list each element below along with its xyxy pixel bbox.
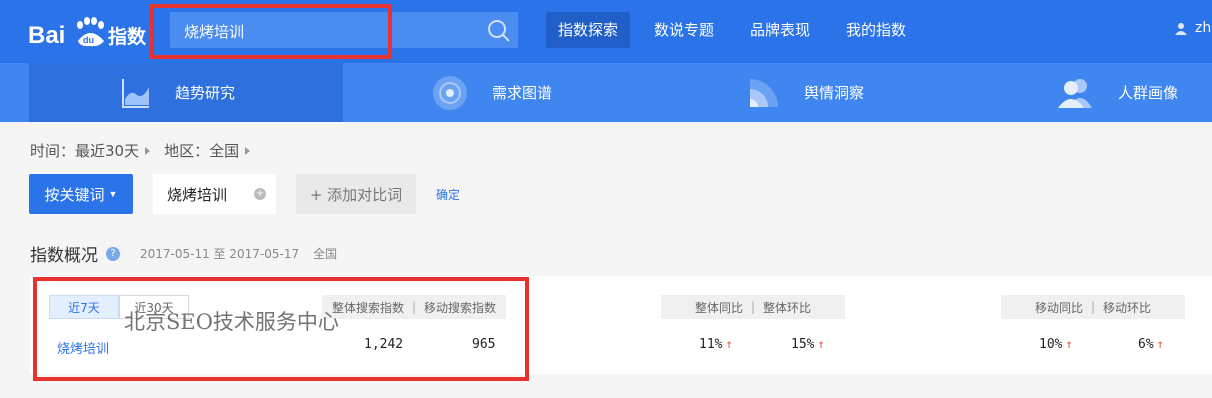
- nav-item-my-index[interactable]: 我的指数: [834, 12, 918, 48]
- value-text: 15%: [791, 337, 815, 352]
- region-filter-arrow-icon[interactable]: [245, 146, 251, 155]
- trend-chart-icon: [122, 78, 149, 108]
- search-icon[interactable]: [486, 18, 512, 44]
- up-arrow-icon: ↑: [725, 337, 733, 351]
- add-circle-icon[interactable]: +: [254, 188, 266, 200]
- username: zh: [1195, 20, 1212, 36]
- signal-icon: [750, 78, 778, 107]
- baidu-index-logo[interactable]: Bai du 指数: [28, 14, 148, 52]
- svg-text:du: du: [83, 35, 94, 45]
- header-overall-yoy: 整体同比: [694, 300, 743, 315]
- nav-item-brand-performance[interactable]: 品牌表现: [738, 12, 822, 48]
- add-compare-button[interactable]: + 添加对比词: [296, 174, 416, 214]
- svg-text:Bai: Bai: [28, 22, 65, 49]
- keyword-term-box[interactable]: 烧烤培训 +: [153, 174, 276, 214]
- main-nav: 指数探索 数说专题 品牌表现 我的指数: [546, 12, 930, 48]
- people-icon: [1058, 78, 1092, 108]
- user-menu[interactable]: zh: [1175, 20, 1211, 36]
- tab-label: 人群画像: [1118, 84, 1179, 102]
- value-text: 10%: [1039, 337, 1063, 352]
- value-mobile-yoy: 10% ↑: [1039, 337, 1073, 352]
- filter-bar: 时间：最近30天 地区：全国: [30, 140, 264, 161]
- svg-text:指数: 指数: [108, 25, 147, 48]
- header-mobile-yoy: 移动同比: [1034, 300, 1083, 315]
- tab-audience-profile[interactable]: 人群画像: [1058, 63, 1178, 122]
- up-arrow-icon: ↑: [1156, 337, 1164, 351]
- keyword-mode-button[interactable]: 按关键词 ▼: [29, 174, 133, 214]
- header-overall-mom: 整体环比: [763, 300, 812, 315]
- caret-down-icon: ▼: [108, 189, 118, 199]
- value-overall-yoy: 11% ↑: [699, 337, 733, 352]
- tab-label: 趋势研究: [175, 84, 236, 102]
- tab-trend-research[interactable]: 趋势研究: [29, 63, 343, 122]
- keyword-term: 烧烤培训: [167, 185, 228, 204]
- confirm-link[interactable]: 确定: [436, 186, 460, 203]
- time-filter[interactable]: 时间：最近30天: [30, 140, 139, 161]
- up-arrow-icon: ↑: [1065, 337, 1073, 351]
- tab-label: 舆情洞察: [804, 84, 865, 102]
- time-filter-arrow-icon[interactable]: [145, 146, 151, 155]
- up-arrow-icon: ↑: [817, 337, 825, 351]
- overview-title: 指数概况: [30, 246, 98, 266]
- tab-demand-map[interactable]: 需求图谱: [432, 63, 552, 122]
- overview-region: 全国: [313, 247, 338, 261]
- value-overall-mom: 15% ↑: [791, 337, 825, 352]
- nav-item-data-topics[interactable]: 数说专题: [642, 12, 726, 48]
- region-filter[interactable]: 地区：全国: [164, 140, 239, 161]
- user-icon: [1175, 22, 1187, 35]
- overall-change-header: 整体同比 | 整体环比: [661, 295, 845, 319]
- header-separator: |: [1090, 300, 1096, 314]
- tab-label: 需求图谱: [492, 84, 553, 102]
- value-text: 6%: [1138, 337, 1154, 352]
- top-header: Bai du 指数 指数探索 数说专题 品牌表现 我的指数: [0, 0, 1212, 63]
- tab-sentiment-insight[interactable]: 舆情洞察: [748, 63, 864, 122]
- date-range: 2017-05-11 至 2017-05-17: [140, 247, 300, 261]
- keyword-mode-label: 按关键词: [44, 186, 105, 204]
- search-highlight-box: [150, 4, 392, 59]
- panel-highlight-box: [33, 277, 529, 381]
- overview-header: 指数概况 ? 2017-05-11 至 2017-05-17 全国: [30, 241, 337, 266]
- value-text: 11%: [699, 337, 723, 352]
- value-mobile-mom: 6% ↑: [1138, 337, 1164, 352]
- sub-nav: 趋势研究 需求图谱 舆情洞察 人群画像: [0, 63, 1212, 122]
- header-separator: |: [750, 300, 756, 314]
- target-circle-icon: [433, 75, 467, 110]
- help-icon[interactable]: ?: [106, 246, 120, 261]
- logo-graphic: Bai du 指数: [28, 17, 147, 49]
- mobile-change-header: 移动同比 | 移动环比: [1001, 295, 1185, 319]
- header-mobile-mom: 移动环比: [1103, 300, 1152, 315]
- nav-item-index-explore[interactable]: 指数探索: [546, 12, 631, 48]
